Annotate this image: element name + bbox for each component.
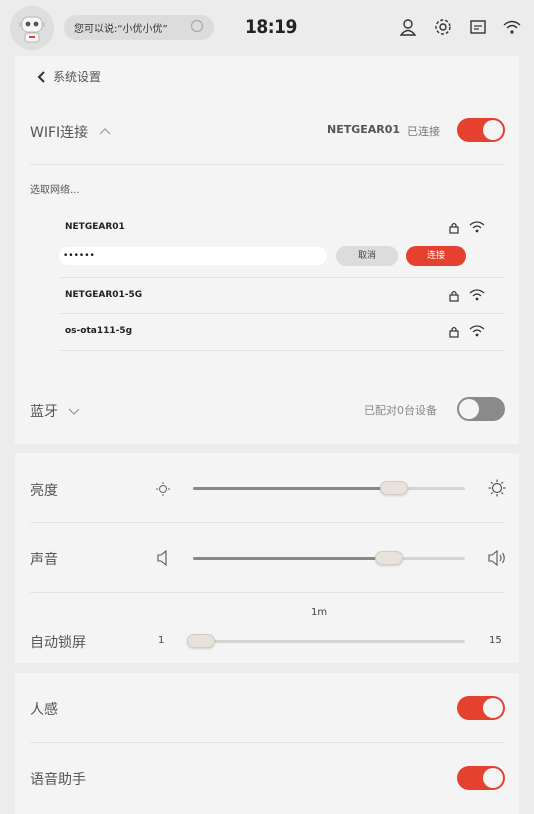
brightness-label: 亮度 — [30, 483, 58, 499]
status-bar: 您可以说:“小优小优” 18:19 — [0, 0, 534, 56]
wifi-row[interactable]: WIFI连接 — [30, 122, 111, 142]
voice-assistant-toggle[interactable] — [457, 766, 505, 790]
voice-search-bar[interactable]: 您可以说:“小优小优” — [64, 15, 214, 40]
lock-icon — [447, 324, 461, 338]
bluetooth-row[interactable]: 蓝牙 — [30, 401, 80, 421]
presence-label: 人感 — [30, 702, 58, 718]
autolock-min: 1 — [158, 635, 165, 646]
autolock-value: 1m — [311, 607, 328, 618]
divider — [59, 277, 504, 278]
robot-avatar-icon[interactable] — [10, 6, 54, 50]
network-settings-card: 系统设置 WIFI连接 NETGEAR01 已连接 选取网络... NETGEA… — [15, 56, 519, 444]
message-icon[interactable] — [468, 17, 488, 37]
lock-icon — [447, 288, 461, 302]
brightness-fill — [193, 487, 394, 490]
volume-slider[interactable] — [193, 551, 465, 565]
select-network-label: 选取网络... — [30, 185, 80, 196]
brightness-high-icon — [488, 479, 506, 497]
display-sound-card: 亮度 声音 1m 自动锁屏 1 15 — [15, 453, 519, 663]
autolock-slider[interactable] — [187, 634, 465, 648]
volume-label: 声音 — [30, 552, 58, 568]
volume-slider-handle[interactable] — [375, 551, 403, 565]
divider — [30, 742, 504, 743]
divider — [30, 592, 504, 593]
presence-toggle[interactable] — [457, 696, 505, 720]
current-network-name: NETGEAR01 — [327, 123, 401, 136]
bluetooth-toggle[interactable] — [457, 397, 505, 421]
chevron-up-icon — [99, 128, 111, 135]
brightness-slider-handle[interactable] — [380, 481, 408, 495]
brightness-low-icon — [155, 481, 171, 497]
network-name: NETGEAR01 — [65, 222, 125, 232]
wifi-signal-icon — [469, 219, 485, 233]
cancel-button[interactable]: 取消 — [336, 246, 398, 266]
divider — [59, 313, 504, 314]
bluetooth-label: 蓝牙 — [30, 404, 58, 420]
autolock-max: 15 — [489, 635, 502, 646]
network-name: os-ota111-5g — [65, 326, 133, 336]
back-button[interactable]: 系统设置 — [37, 68, 101, 85]
chevron-down-icon — [69, 408, 80, 415]
network-name: NETGEAR01-5G — [65, 290, 143, 300]
wifi-signal-icon — [469, 323, 485, 337]
volume-low-icon — [156, 549, 170, 567]
bluetooth-paired-text: 已配对0台设备 — [364, 404, 437, 417]
assistant-settings-card: 人感 语音助手 — [15, 673, 519, 814]
divider — [59, 350, 504, 351]
wifi-label: WIFI连接 — [30, 125, 89, 141]
wifi-status-text: 已连接 — [407, 125, 440, 138]
wifi-signal-icon — [469, 287, 485, 301]
wifi-status-icon — [502, 17, 522, 37]
divider — [30, 164, 504, 165]
brightness-slider[interactable] — [193, 481, 465, 495]
wifi-password-input[interactable]: •••••• — [59, 247, 327, 265]
user-icon[interactable] — [398, 17, 418, 37]
lock-icon — [447, 220, 461, 234]
chevron-left-icon — [37, 70, 45, 83]
voice-assistant-label: 语音助手 — [30, 772, 86, 788]
search-placeholder: 您可以说:“小优小优” — [74, 24, 168, 35]
back-label: 系统设置 — [53, 70, 102, 84]
divider — [30, 522, 504, 523]
wifi-toggle[interactable] — [457, 118, 505, 142]
autolock-slider-handle[interactable] — [187, 634, 215, 648]
gear-icon[interactable] — [433, 17, 453, 37]
autolock-label: 自动锁屏 — [30, 635, 86, 651]
clock: 18:19 — [245, 16, 297, 38]
volume-high-icon — [487, 549, 507, 567]
volume-fill — [193, 557, 389, 560]
connect-button[interactable]: 连接 — [406, 246, 466, 266]
search-icon[interactable] — [190, 19, 206, 35]
